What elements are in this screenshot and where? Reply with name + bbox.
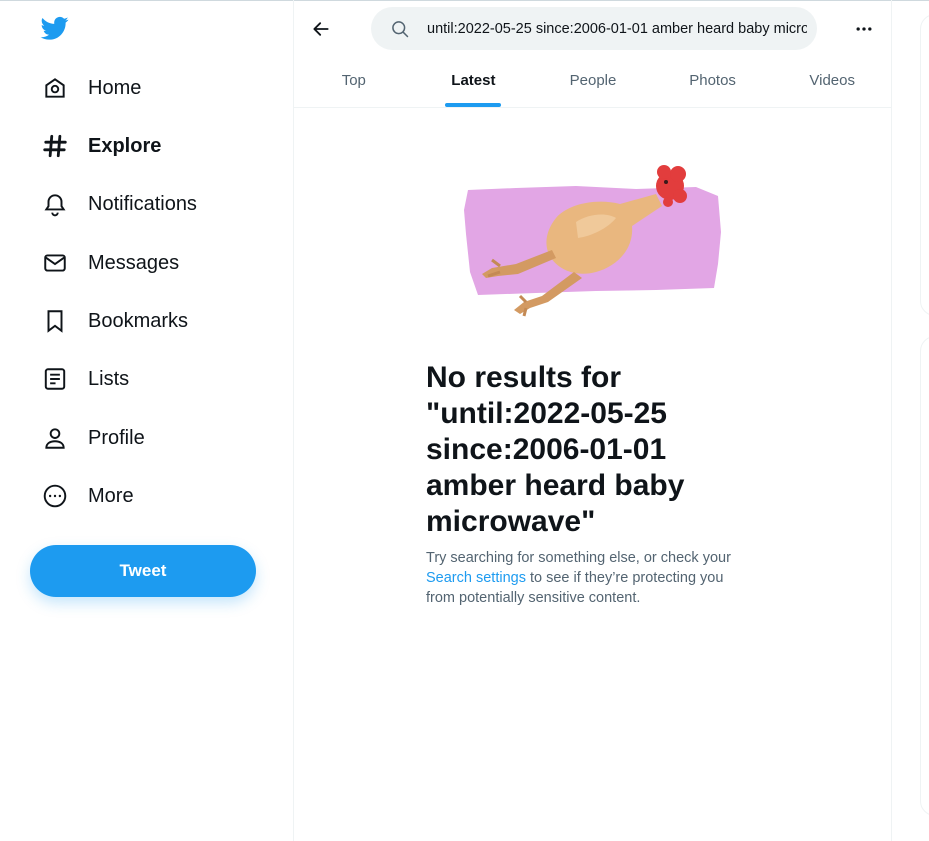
nav-notifications[interactable]: Notifications xyxy=(40,184,197,224)
nav-profile-label: Profile xyxy=(88,426,145,449)
search-settings-link[interactable]: Search settings xyxy=(426,570,526,586)
tab-people[interactable]: People xyxy=(533,54,653,107)
nav-more[interactable]: More xyxy=(40,476,134,516)
rubber-chicken-illustration xyxy=(456,152,726,324)
more-options-icon[interactable] xyxy=(849,14,879,44)
right-sidebar-card xyxy=(920,336,929,816)
bookmark-icon xyxy=(40,306,70,336)
nav-profile[interactable]: Profile xyxy=(40,418,145,458)
search-icon xyxy=(390,19,410,39)
nav-messages[interactable]: Messages xyxy=(40,243,179,283)
home-icon xyxy=(40,73,70,103)
nav-lists[interactable]: Lists xyxy=(40,359,129,399)
nav-notifications-label: Notifications xyxy=(88,192,197,215)
tab-videos[interactable]: Videos xyxy=(772,54,892,107)
back-arrow-icon[interactable] xyxy=(306,14,336,44)
nav-lists-label: Lists xyxy=(88,367,130,390)
hint-text-start: Try searching for something else, or che… xyxy=(426,550,731,566)
twitter-logo-icon[interactable] xyxy=(40,14,72,42)
search-input[interactable] xyxy=(427,20,807,37)
nav-explore-label: Explore xyxy=(88,134,162,157)
hashtag-icon xyxy=(40,131,70,161)
nav-explore[interactable]: Explore xyxy=(40,126,161,166)
no-results-hint: Try searching for something else, or che… xyxy=(426,548,756,608)
list-icon xyxy=(40,364,70,394)
nav-more-label: More xyxy=(88,484,134,507)
tab-latest[interactable]: Latest xyxy=(414,54,534,107)
tweet-button[interactable]: Tweet xyxy=(30,545,256,597)
search-box[interactable] xyxy=(371,7,817,50)
main-column: Top Latest People Photos Videos No resul… xyxy=(293,0,892,841)
envelope-icon xyxy=(40,248,70,278)
nav-bookmarks[interactable]: Bookmarks xyxy=(40,301,188,341)
tab-photos[interactable]: Photos xyxy=(653,54,773,107)
person-icon xyxy=(40,423,70,453)
more-circle-icon xyxy=(40,481,70,511)
no-results-title: No results for "until:2022-05-25 since:2… xyxy=(426,361,685,538)
nav-home[interactable]: Home xyxy=(40,68,141,108)
search-tabs: Top Latest People Photos Videos xyxy=(294,54,892,108)
nav-bookmarks-label: Bookmarks xyxy=(88,309,189,332)
right-sidebar-card xyxy=(920,14,929,316)
sidebar: Home Explore Notifications Messages Book… xyxy=(0,0,293,841)
bell-icon xyxy=(40,189,70,219)
nav-home-label: Home xyxy=(88,76,142,99)
nav-messages-label: Messages xyxy=(88,251,180,274)
tab-top[interactable]: Top xyxy=(294,54,414,107)
